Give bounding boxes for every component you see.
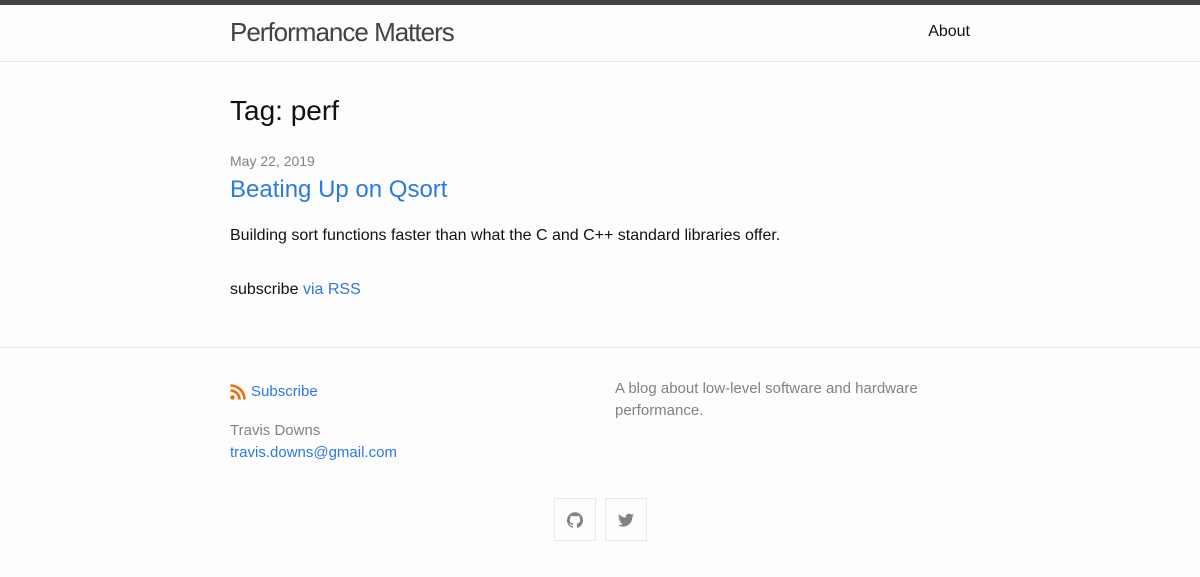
nav-about-link[interactable]: About: [928, 23, 970, 41]
post-date: May 22, 2019: [230, 153, 315, 169]
site-header: Performance Matters About: [0, 5, 1200, 62]
site-description: A blog about low-level software and hard…: [615, 380, 918, 419]
site-footer: Subscribe Travis Downs travis.downs@gmai…: [0, 347, 1200, 577]
github-icon: [567, 511, 583, 528]
author-email-link[interactable]: travis.downs@gmail.com: [230, 444, 397, 461]
twitter-icon: [618, 513, 634, 527]
via-rss-link[interactable]: via RSS: [303, 281, 361, 298]
post-excerpt: Building sort functions faster than what…: [230, 227, 781, 244]
author-name: Travis Downs: [230, 422, 321, 439]
github-link[interactable]: [554, 498, 596, 541]
post-title-link[interactable]: Beating Up on Qsort: [230, 176, 447, 204]
footer-subscribe-link[interactable]: Subscribe: [230, 383, 318, 400]
rss-prefix: subscribe: [230, 281, 299, 298]
twitter-link[interactable]: [605, 498, 647, 541]
site-title-link[interactable]: Performance Matters: [230, 17, 455, 48]
page-heading: Tag: perf: [230, 95, 339, 126]
rss-subscribe-line: subscribe via RSS: [230, 281, 361, 299]
rss-icon: [230, 383, 246, 400]
footer-subscribe-label: Subscribe: [251, 383, 318, 400]
